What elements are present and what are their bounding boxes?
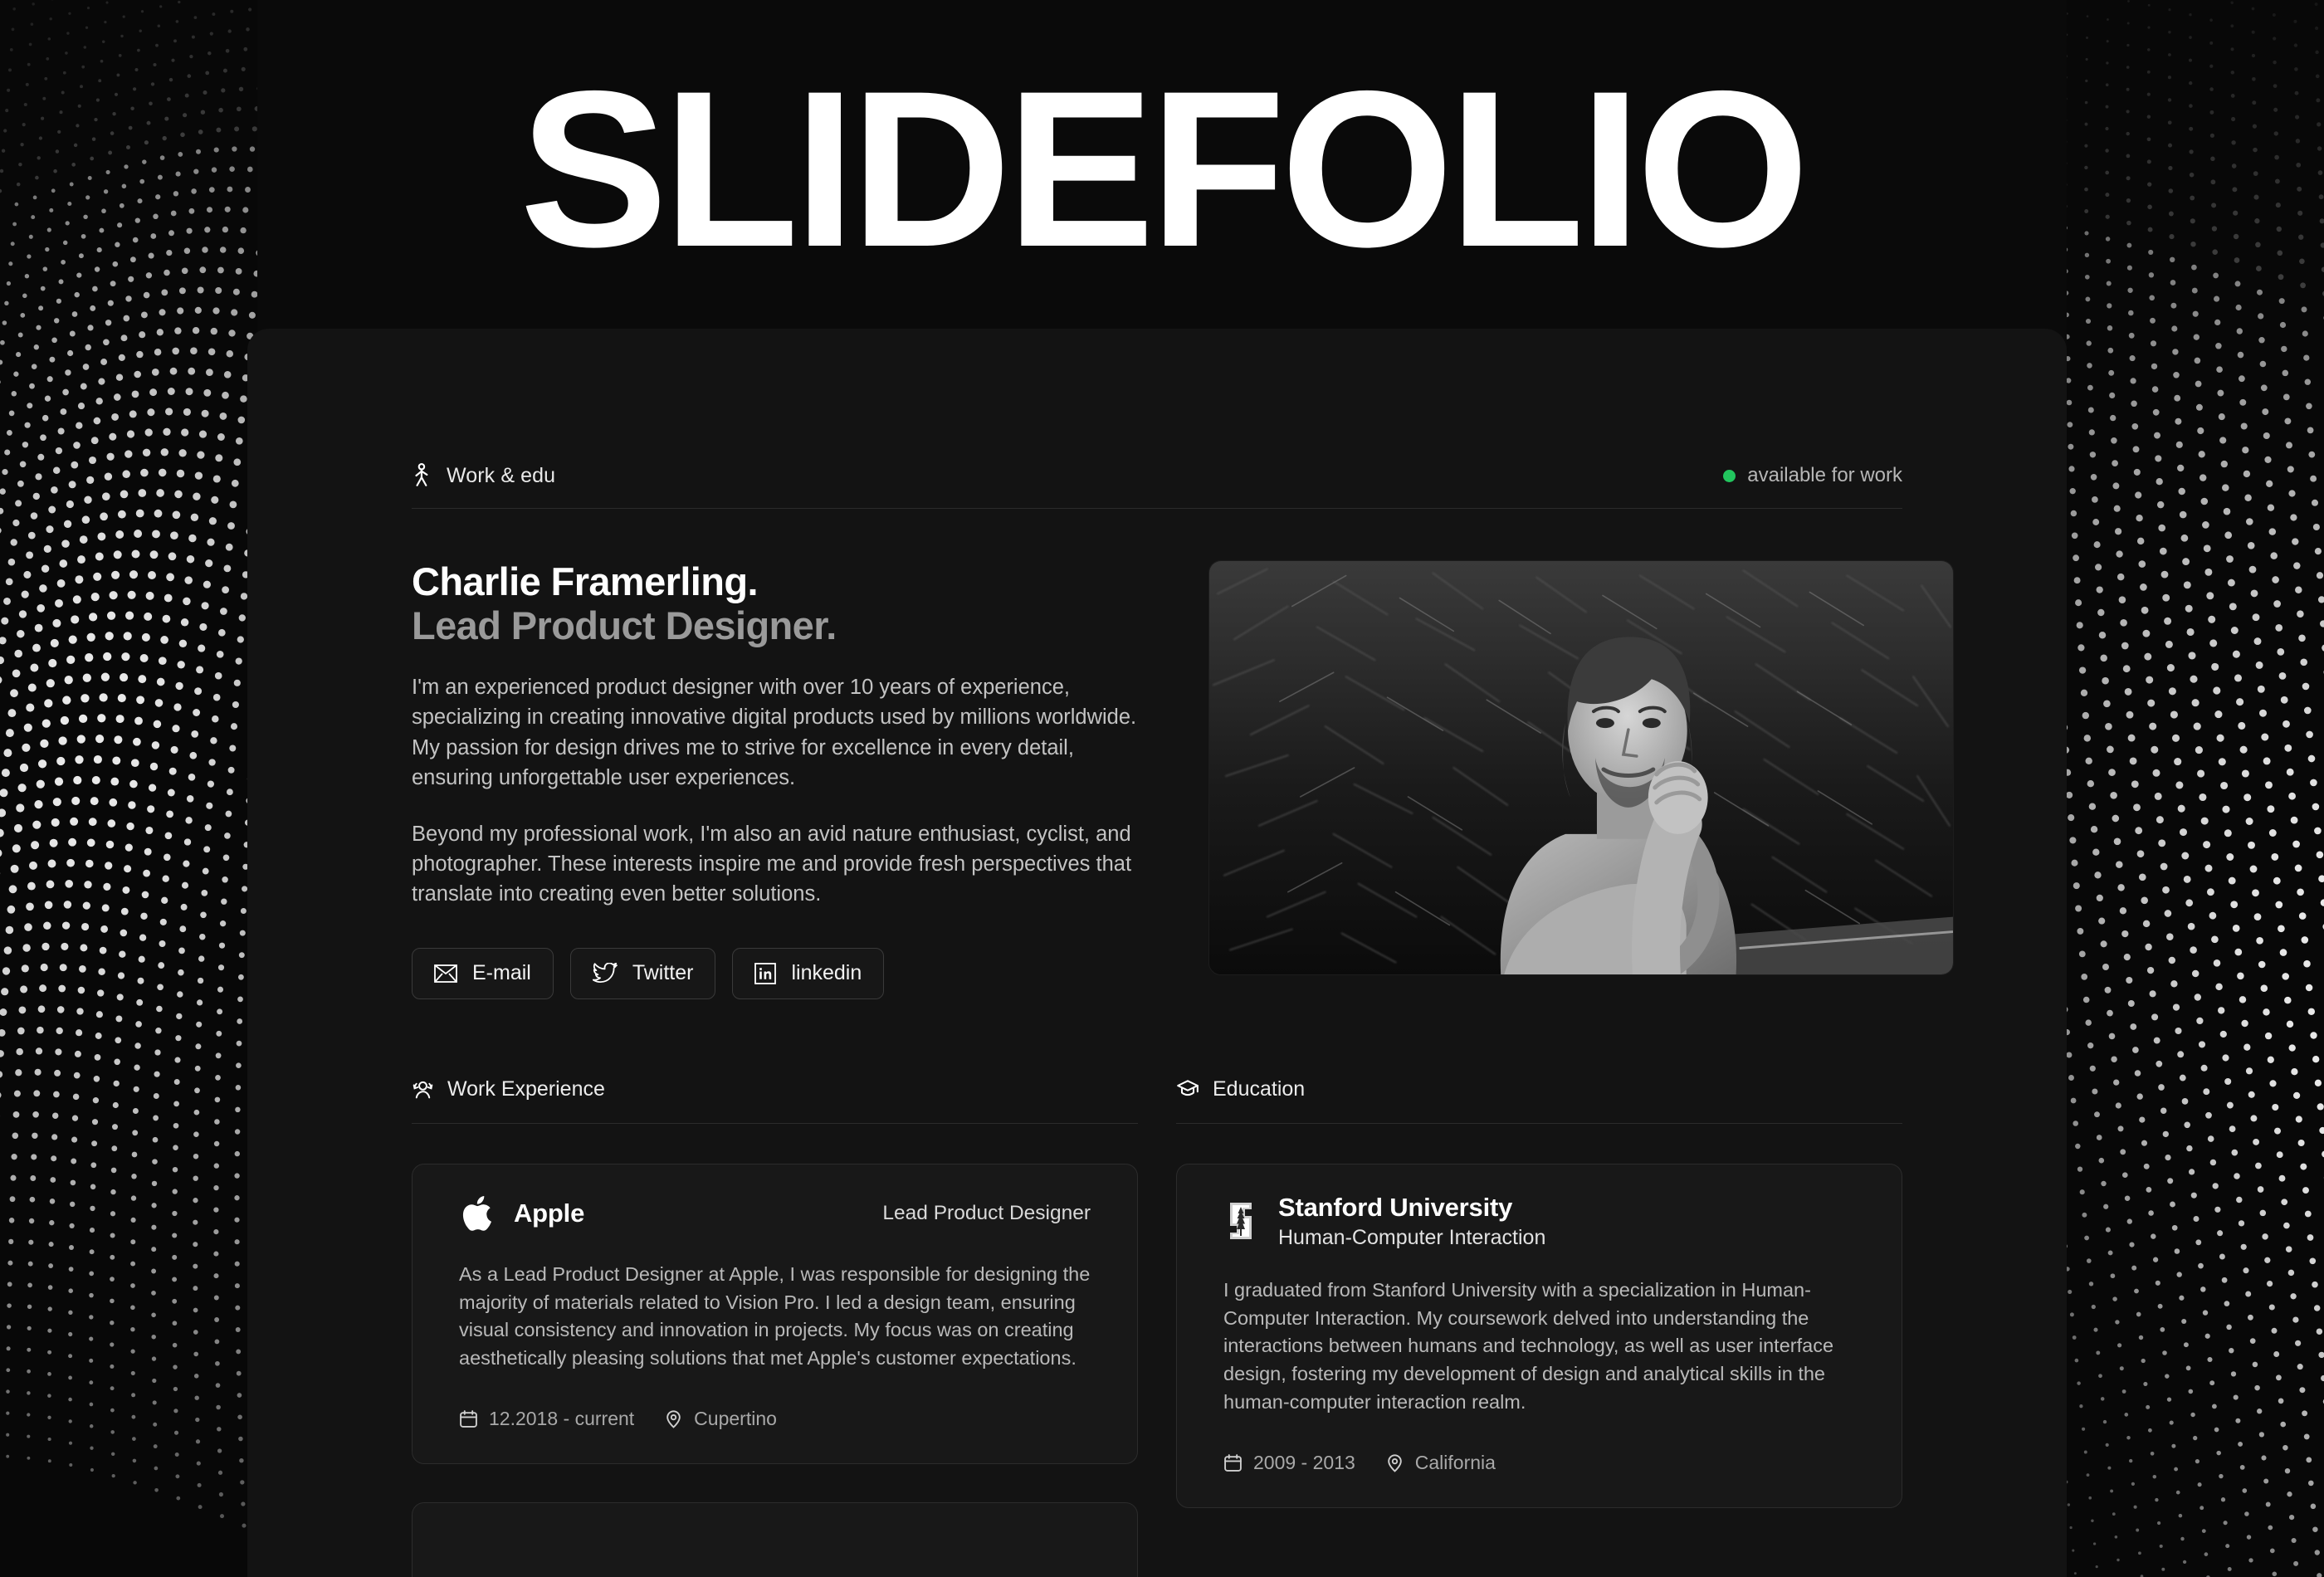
work-card-next[interactable] (412, 1502, 1138, 1577)
calendar-icon (1223, 1453, 1243, 1472)
map-pin-icon (1385, 1453, 1404, 1472)
panel-topbar: Work & edu available for work (412, 329, 1902, 509)
linkedin-icon (754, 963, 776, 984)
education-header: Education (1176, 1077, 1902, 1124)
section-tag-work-edu[interactable]: Work & edu (412, 463, 555, 488)
work-card-org-name: Apple (514, 1199, 584, 1228)
profile-text-column: Charlie Framerling. Lead Product Designe… (412, 560, 1159, 999)
user-rotate-icon (412, 1078, 434, 1101)
education-card-subtitle: Human-Computer Interaction (1278, 1226, 1545, 1250)
graduation-cap-icon (1176, 1078, 1199, 1100)
profile-name: Charlie Framerling. (412, 560, 1159, 604)
education-card-date-label: 2009 - 2013 (1253, 1452, 1355, 1474)
availability-label: available for work (1747, 464, 1902, 487)
education-card-stanford[interactable]: Stanford University Human-Computer Inter… (1176, 1164, 1902, 1508)
work-card-apple[interactable]: Apple Lead Product Designer As a Lead Pr… (412, 1164, 1138, 1464)
education-label: Education (1213, 1077, 1305, 1101)
profile-role: Lead Product Designer. (412, 604, 1159, 648)
work-experience-header: Work Experience (412, 1077, 1138, 1124)
education-card-org: Stanford University Human-Computer Inter… (1223, 1193, 1545, 1250)
portrait-photo-graphic (1209, 561, 1953, 974)
profile-hero: Charlie Framerling. Lead Product Designe… (412, 509, 1902, 999)
linkedin-button[interactable]: linkedin (732, 948, 884, 999)
social-links-row: E-mail Twitter linkedin (412, 948, 1159, 999)
profile-bio-paragraph-1: I'm an experienced product designer with… (412, 672, 1146, 793)
status-dot-icon (1723, 470, 1736, 482)
portrait-photo (1208, 560, 1954, 975)
stanford-logo-icon (1223, 1199, 1258, 1243)
education-card-location-label: California (1415, 1452, 1496, 1474)
apple-logo-icon (459, 1193, 494, 1234)
work-experience-label: Work Experience (447, 1077, 605, 1101)
experience-education-columns: Work Experience Apple Lead Product Desig… (412, 999, 1902, 1577)
work-card-role: Lead Product Designer (882, 1202, 1091, 1225)
work-card-header: Apple Lead Product Designer (459, 1193, 1091, 1234)
education-card-location: California (1385, 1452, 1496, 1474)
section-tag-label: Work & edu (447, 464, 555, 488)
twitter-button[interactable]: Twitter (570, 948, 716, 999)
education-card-org-name: Stanford University (1278, 1193, 1545, 1223)
email-button-label: E-mail (472, 961, 531, 985)
work-card-location: Cupertino (664, 1408, 777, 1430)
education-card-description: I graduated from Stanford University wit… (1223, 1277, 1855, 1417)
profile-portrait-column (1208, 560, 1954, 975)
education-card-meta: 2009 - 2013 California (1223, 1452, 1855, 1474)
education-card-date: 2009 - 2013 (1223, 1452, 1355, 1474)
education-card-header: Stanford University Human-Computer Inter… (1223, 1193, 1855, 1250)
education-column: Education Stanford University Human-Comp… (1176, 1077, 1902, 1577)
person-walking-icon (412, 463, 433, 488)
hero-title: SLIDEFOLIO (0, 73, 2324, 264)
calendar-icon (459, 1409, 478, 1428)
availability-status: available for work (1723, 464, 1902, 487)
map-pin-icon (664, 1409, 683, 1428)
work-card-date-label: 12.2018 - current (489, 1408, 634, 1430)
portfolio-panel: Work & edu available for work Charlie Fr… (247, 329, 2067, 1577)
work-card-description: As a Lead Product Designer at Apple, I w… (459, 1261, 1091, 1373)
work-card-date: 12.2018 - current (459, 1408, 634, 1430)
linkedin-button-label: linkedin (791, 961, 862, 985)
work-experience-column: Work Experience Apple Lead Product Desig… (412, 1077, 1138, 1577)
work-card-org: Apple (459, 1193, 584, 1234)
envelope-icon (434, 964, 457, 983)
work-card-location-label: Cupertino (694, 1408, 777, 1430)
twitter-bird-icon (593, 963, 618, 984)
work-card-meta: 12.2018 - current Cupertino (459, 1408, 1091, 1430)
twitter-button-label: Twitter (632, 961, 694, 985)
profile-bio-paragraph-2: Beyond my professional work, I'm also an… (412, 819, 1146, 910)
email-button[interactable]: E-mail (412, 948, 554, 999)
